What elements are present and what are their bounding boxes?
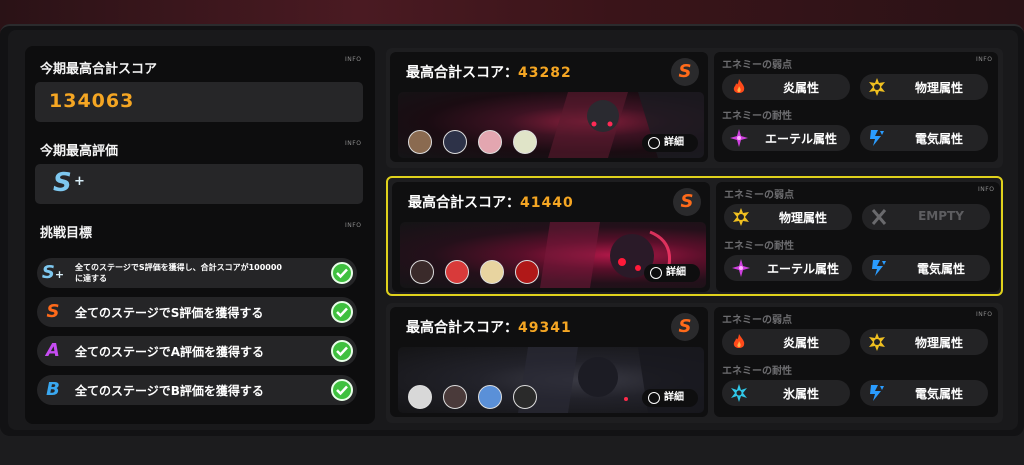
empty-icon [871, 209, 887, 225]
stage-score: 最高合計スコア：49341 [406, 320, 572, 336]
info-button[interactable]: INFO [345, 140, 361, 147]
goal-text: 全てのステージでA評価を獲得する [75, 345, 265, 359]
electric-icon [872, 260, 886, 276]
rank-badge: S [671, 313, 699, 341]
season-score-title: 今期最高合計スコア [40, 62, 158, 77]
character-avatar [443, 385, 467, 409]
detail-button[interactable]: 詳細 [644, 264, 700, 282]
goal-text: 全てのステージでS評価を獲得する [75, 306, 264, 320]
character-avatar [515, 260, 539, 284]
stage-card-2[interactable]: 最高合計スコア：41440 S 詳細 INFO エネミーの弱点 物理属性 EMP… [386, 176, 1003, 296]
rank-badge: S+ [41, 262, 65, 283]
info-button[interactable]: INFO [345, 56, 361, 63]
detail-button[interactable]: 詳細 [642, 389, 698, 407]
fire-icon [733, 79, 745, 93]
info-button[interactable]: INFO [345, 222, 361, 229]
clock-icon [650, 267, 662, 279]
stage-card-1[interactable]: 最高合計スコア：43282 S 詳細 INFO エネミーの弱点 炎属性 物理属性… [386, 48, 1003, 168]
rank-badge: S [46, 301, 60, 322]
rank-badge: S [673, 188, 701, 216]
character-avatar [445, 260, 469, 284]
ether-icon [730, 129, 748, 147]
info-button[interactable]: INFO [976, 56, 992, 63]
resistance-title: エネミーの耐性 [722, 366, 792, 377]
attribute-chip: 炎属性 [722, 329, 850, 355]
stage-score-area: 最高合計スコア：41440 S 詳細 [392, 182, 710, 292]
attribute-chip: エーテル属性 [724, 255, 852, 281]
resistance-title: エネミーの耐性 [722, 111, 792, 122]
attribute-chip: 物理属性 [860, 74, 988, 100]
goal-item: S+ 全てのステージでS評価を獲得し、合計スコアが100000 に達する [37, 258, 357, 288]
stage-score: 最高合計スコア：41440 [408, 195, 574, 211]
stage-score-area: 最高合計スコア：49341 S 詳細 [390, 307, 708, 417]
physical-icon [869, 78, 885, 96]
character-avatar [513, 130, 537, 154]
goal-item: B 全てのステージでB評価を獲得する [37, 375, 357, 405]
goal-text: 全てのステージでS評価を獲得し、合計スコアが100000 に達する [75, 263, 282, 283]
check-icon [331, 340, 353, 362]
summary-panel: INFO 今期最高合計スコア 134063 INFO 今期最高評価 S + IN… [25, 46, 375, 424]
character-avatar [480, 260, 504, 284]
check-icon [331, 301, 353, 323]
character-avatar [478, 385, 502, 409]
attribute-chip: 氷属性 [722, 380, 850, 406]
stage-banner-image: 詳細 [400, 222, 706, 288]
character-avatar [410, 260, 434, 284]
season-rank-title: 今期最高評価 [40, 144, 119, 159]
fire-icon [733, 334, 745, 348]
rank-badge: S [671, 58, 699, 86]
electric-icon [870, 385, 884, 401]
rank-badge: A [46, 340, 60, 361]
stage-score: 最高合計スコア：43282 [406, 65, 572, 81]
attribute-chip: 電気属性 [860, 380, 988, 406]
check-icon [331, 262, 353, 284]
stage-score-area: 最高合計スコア：43282 S 詳細 [390, 52, 708, 162]
season-rank-box: S + [35, 164, 363, 204]
clock-icon [648, 137, 660, 149]
weakness-title: エネミーの弱点 [724, 190, 794, 201]
attribute-chip: 電気属性 [860, 125, 988, 151]
goal-item: S 全てのステージでS評価を獲得する [37, 297, 357, 327]
weakness-title: エネミーの弱点 [722, 315, 792, 326]
attribute-chip: エーテル属性 [722, 125, 850, 151]
enemy-info-area: INFO エネミーの弱点 炎属性 物理属性 エネミーの耐性 エーテル属性 電気属… [714, 52, 998, 162]
weakness-title: エネミーの弱点 [722, 60, 792, 71]
stage-card-3[interactable]: 最高合計スコア：49341 S 詳細 INFO エネミーの弱点 炎属性 物理属性 [386, 303, 1003, 423]
physical-icon [869, 333, 885, 351]
enemy-info-area: INFO エネミーの弱点 物理属性 EMPTY エネミーの耐性 エーテル属性 電… [716, 182, 1000, 292]
rank-plus: + [74, 174, 85, 189]
goal-item: A 全てのステージでA評価を獲得する [37, 336, 357, 366]
goal-text: 全てのステージでB評価を獲得する [75, 384, 264, 398]
attribute-chip: 物理属性 [724, 204, 852, 230]
character-avatar [478, 130, 502, 154]
info-button[interactable]: INFO [976, 311, 992, 318]
stage-banner-image: 詳細 [398, 347, 704, 413]
character-avatar [408, 385, 432, 409]
rank-badge: S [53, 168, 72, 198]
season-score-box: 134063 [35, 82, 363, 122]
attribute-chip: 物理属性 [860, 329, 988, 355]
electric-icon [870, 130, 884, 146]
physical-icon [733, 208, 749, 226]
character-avatar [443, 130, 467, 154]
attribute-chip: EMPTY [862, 204, 990, 230]
character-avatar [513, 385, 537, 409]
check-icon [331, 379, 353, 401]
character-avatar [408, 130, 432, 154]
resistance-title: エネミーの耐性 [724, 241, 794, 252]
stage-banner-image: 詳細 [398, 92, 704, 158]
season-score-value: 134063 [49, 90, 135, 112]
goals-title: 挑戦目標 [40, 226, 93, 241]
attribute-chip: 炎属性 [722, 74, 850, 100]
info-button[interactable]: INFO [978, 186, 994, 193]
clock-icon [648, 392, 660, 404]
attribute-chip: 電気属性 [862, 255, 990, 281]
rank-badge: B [46, 379, 60, 400]
detail-button[interactable]: 詳細 [642, 134, 698, 152]
enemy-info-area: INFO エネミーの弱点 炎属性 物理属性 エネミーの耐性 氷属性 電気属性 [714, 307, 998, 417]
ether-icon [732, 259, 750, 277]
ice-icon [731, 384, 747, 402]
